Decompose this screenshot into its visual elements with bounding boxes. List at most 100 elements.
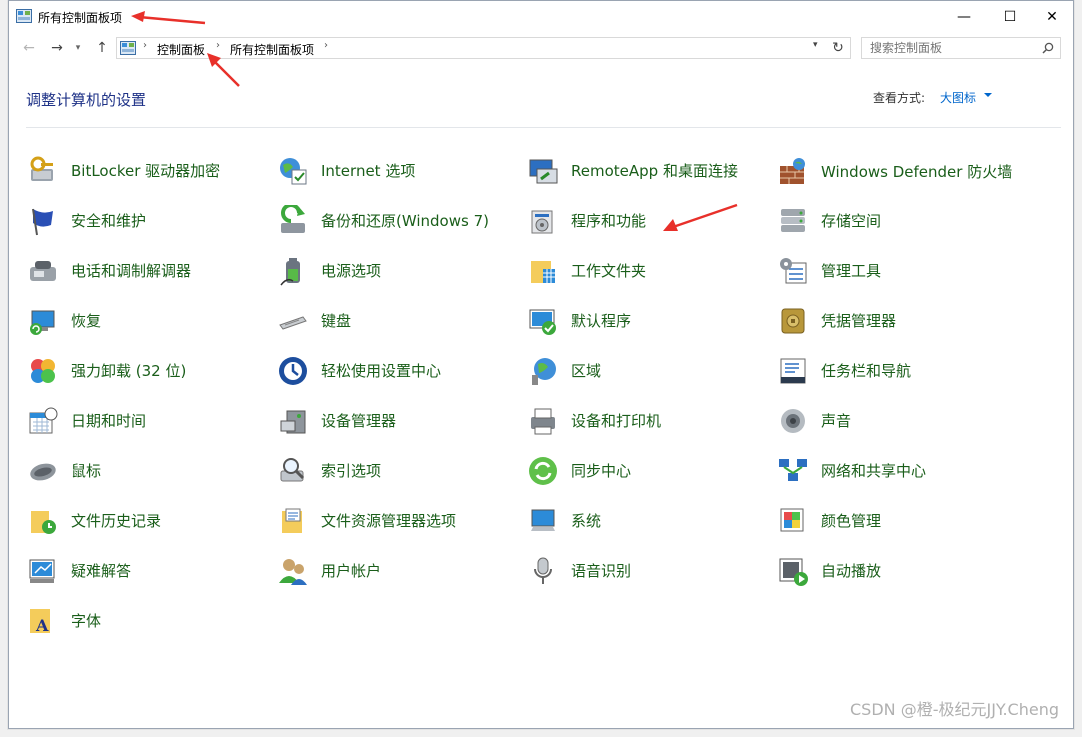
control-panel-item[interactable]: 管理工具: [776, 251, 1026, 291]
control-panel-item-label[interactable]: 设备管理器: [321, 411, 396, 432]
control-panel-item-label[interactable]: 轻松使用设置中心: [321, 361, 441, 382]
forward-button[interactable]: →: [46, 38, 68, 58]
control-panel-item-label[interactable]: 文件历史记录: [71, 511, 161, 532]
breadcrumb-control-panel[interactable]: 控制面板: [157, 41, 205, 58]
control-panel-item-label[interactable]: 语音识别: [571, 561, 631, 582]
control-panel-item[interactable]: 恢复: [26, 301, 276, 341]
control-panel-item[interactable]: 文件资源管理器选项: [276, 501, 526, 541]
control-panel-item[interactable]: 任务栏和导航: [776, 351, 1026, 391]
control-panel-item[interactable]: Internet 选项: [276, 151, 526, 191]
uninstaller-icon: [26, 354, 60, 388]
search-icon[interactable]: [1042, 42, 1054, 54]
control-panel-item-label[interactable]: Internet 选项: [321, 161, 415, 182]
control-panel-item[interactable]: 疑难解答: [26, 551, 276, 591]
control-panel-item[interactable]: 安全和维护: [26, 201, 276, 241]
sound-icon: [776, 404, 810, 438]
control-panel-item-label[interactable]: 颜色管理: [821, 511, 881, 532]
control-panel-item[interactable]: BitLocker 驱动器加密: [26, 151, 276, 191]
control-panel-item[interactable]: RemoteApp 和桌面连接: [526, 151, 776, 191]
address-dropdown-icon[interactable]: ▾: [813, 40, 818, 50]
control-panel-item-label[interactable]: 系统: [571, 511, 601, 532]
control-panel-item-label[interactable]: 备份和还原(Windows 7): [321, 211, 489, 232]
breadcrumb-separator[interactable]: ›: [143, 40, 147, 51]
troubleshoot-icon: [26, 554, 60, 588]
refresh-button[interactable]: ↻: [828, 37, 848, 59]
phone-modem-icon: [26, 254, 60, 288]
control-panel-item[interactable]: Windows Defender 防火墙: [776, 152, 1026, 192]
control-panel-item-label[interactable]: 用户帐户: [321, 561, 381, 582]
control-panel-item[interactable]: 默认程序: [526, 301, 776, 341]
control-panel-item[interactable]: 凭据管理器: [776, 301, 1026, 341]
control-panel-item-label[interactable]: 自动播放: [821, 561, 881, 582]
control-panel-item[interactable]: 存储空间: [776, 201, 1026, 241]
control-panel-item-label[interactable]: 键盘: [321, 311, 351, 332]
control-panel-item-label[interactable]: 同步中心: [571, 461, 631, 482]
control-panel-item-label[interactable]: 程序和功能: [571, 211, 646, 232]
control-panel-item[interactable]: 鼠标: [26, 451, 276, 491]
control-panel-item-label[interactable]: 区域: [571, 361, 601, 382]
maximize-button[interactable]: ☐: [987, 1, 1033, 32]
control-panel-item-label[interactable]: RemoteApp 和桌面连接: [571, 161, 738, 182]
control-panel-item[interactable]: 索引选项: [276, 451, 526, 491]
view-by-dropdown[interactable]: 大图标: [940, 89, 976, 106]
search-input[interactable]: [870, 40, 1040, 56]
control-panel-item-label[interactable]: 声音: [821, 411, 851, 432]
control-panel-item[interactable]: A 字体: [26, 601, 276, 641]
control-panel-item-label[interactable]: 凭据管理器: [821, 311, 896, 332]
control-panel-item-label[interactable]: 设备和打印机: [571, 411, 661, 432]
close-button[interactable]: ✕: [1029, 1, 1075, 32]
control-panel-item[interactable]: 电源选项: [276, 251, 526, 291]
control-panel-item-label[interactable]: 工作文件夹: [571, 261, 646, 282]
control-panel-item[interactable]: 设备和打印机: [526, 401, 776, 441]
minimize-button[interactable]: —: [941, 1, 987, 32]
search-box[interactable]: [861, 37, 1061, 59]
annotation-arrow-title: [131, 11, 206, 25]
control-panel-item-label[interactable]: 鼠标: [71, 461, 101, 482]
firewall-icon: [776, 155, 810, 189]
credential-icon: [776, 304, 810, 338]
control-panel-item[interactable]: 网络和共享中心: [776, 451, 1026, 491]
control-panel-item-label[interactable]: 日期和时间: [71, 411, 146, 432]
control-panel-item-label[interactable]: BitLocker 驱动器加密: [71, 161, 220, 182]
control-panel-item-label[interactable]: 疑难解答: [71, 561, 131, 582]
control-panel-item[interactable]: 电话和调制解调器: [26, 251, 276, 291]
control-panel-item[interactable]: 工作文件夹: [526, 251, 776, 291]
control-panel-item[interactable]: 同步中心: [526, 451, 776, 491]
control-panel-item-label[interactable]: 索引选项: [321, 461, 381, 482]
control-panel-item[interactable]: 强力卸载 (32 位): [26, 351, 276, 391]
control-panel-item[interactable]: 文件历史记录: [26, 501, 276, 541]
back-button[interactable]: ←: [18, 38, 40, 58]
control-panel-item[interactable]: 备份和还原(Windows 7): [276, 201, 526, 241]
control-panel-item[interactable]: 自动播放: [776, 551, 1026, 591]
control-panel-item-label[interactable]: 电源选项: [321, 261, 381, 282]
control-panel-item-label[interactable]: 管理工具: [821, 261, 881, 282]
control-panel-item-label[interactable]: Windows Defender 防火墙: [821, 162, 1012, 183]
control-panel-item-label[interactable]: 网络和共享中心: [821, 461, 926, 482]
chevron-down-icon[interactable]: [984, 93, 992, 97]
up-button[interactable]: ↑: [91, 38, 113, 58]
control-panel-item[interactable]: 日期和时间: [26, 401, 276, 441]
color-management-icon: [776, 504, 810, 538]
control-panel-item-label[interactable]: 强力卸载 (32 位): [71, 361, 186, 382]
control-panel-item[interactable]: 区域: [526, 351, 776, 391]
control-panel-item-label[interactable]: 默认程序: [571, 311, 631, 332]
control-panel-item[interactable]: 系统: [526, 501, 776, 541]
control-panel-item[interactable]: 语音识别: [526, 551, 776, 591]
control-panel-item[interactable]: 轻松使用设置中心: [276, 351, 526, 391]
control-panel-item[interactable]: 设备管理器: [276, 401, 526, 441]
control-panel-item-label[interactable]: 存储空间: [821, 211, 881, 232]
control-panel-item-label[interactable]: 文件资源管理器选项: [321, 511, 456, 532]
control-panel-item-label[interactable]: 恢复: [71, 311, 101, 332]
control-panel-item-label[interactable]: 任务栏和导航: [821, 361, 911, 382]
control-panel-item-label[interactable]: 电话和调制解调器: [71, 261, 191, 282]
navigation-bar: ← → ▾ ↑ › 控制面板 › 所有控制面板项 › ▾: [9, 35, 1073, 61]
control-panel-item[interactable]: 声音: [776, 401, 1026, 441]
breadcrumb-separator[interactable]: ›: [216, 40, 220, 51]
recent-locations-button[interactable]: ▾: [71, 38, 85, 58]
control-panel-item[interactable]: 键盘: [276, 301, 526, 341]
control-panel-item-label[interactable]: 字体: [71, 611, 101, 632]
control-panel-item-label[interactable]: 安全和维护: [71, 211, 146, 232]
breadcrumb-separator[interactable]: ›: [324, 40, 328, 51]
control-panel-item[interactable]: 颜色管理: [776, 501, 1026, 541]
control-panel-item[interactable]: 用户帐户: [276, 551, 526, 591]
